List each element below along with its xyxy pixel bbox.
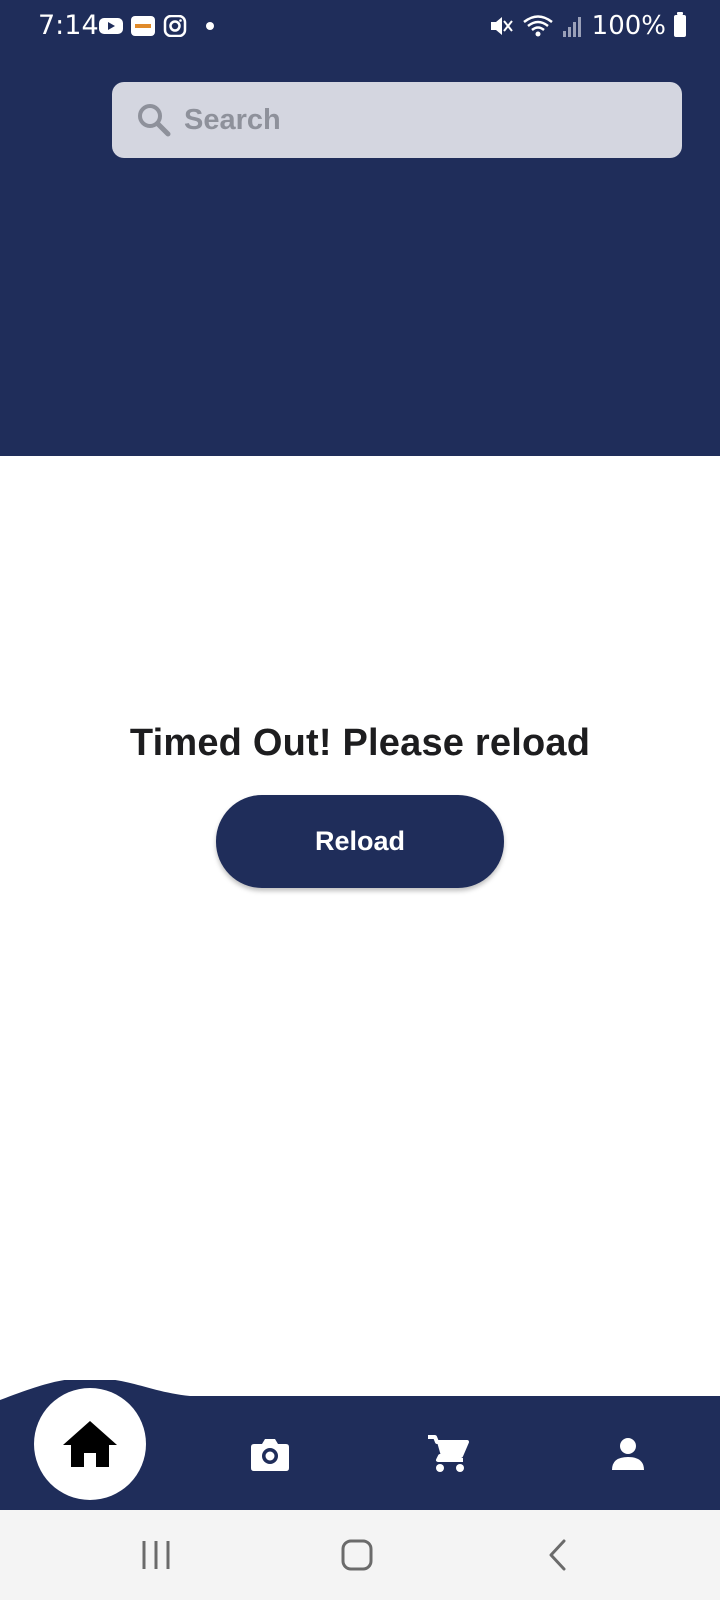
wifi-icon: [522, 15, 553, 37]
app-notification-icon: [131, 16, 155, 36]
search-input[interactable]: Search: [112, 82, 682, 158]
youtube-icon: [99, 18, 123, 34]
cart-icon: [428, 1435, 469, 1472]
reload-button[interactable]: Reload: [216, 795, 504, 888]
more-notifications-dot: [206, 22, 214, 30]
search-icon: [138, 104, 171, 137]
profile-icon: [612, 1438, 644, 1470]
header: 7:14 100% Search: [0, 0, 720, 456]
home-nav-icon[interactable]: [340, 1538, 374, 1572]
signal-icon: [562, 17, 581, 37]
notification-icons: [98, 12, 214, 40]
instagram-icon: [163, 15, 187, 37]
recent-apps-icon[interactable]: [140, 1538, 172, 1572]
nav-cart-button[interactable]: [426, 1432, 470, 1476]
battery-icon: [674, 12, 686, 37]
status-bar: 7:14 100%: [0, 0, 720, 52]
nav-profile-button[interactable]: [606, 1432, 650, 1476]
system-navigation-bar: [0, 1510, 720, 1600]
bottom-nav: [0, 1380, 720, 1510]
home-icon: [63, 1421, 117, 1467]
nav-camera-button[interactable]: [248, 1432, 292, 1476]
battery-percentage: 100%: [591, 11, 666, 41]
camera-icon: [251, 1439, 289, 1471]
status-time: 7:14: [38, 10, 99, 41]
timeout-message: Timed Out! Please reload: [129, 722, 591, 764]
system-status-icons: 100%: [488, 10, 686, 42]
nav-home-button[interactable]: [34, 1388, 146, 1500]
mute-icon: [490, 17, 513, 35]
back-icon[interactable]: [546, 1538, 570, 1572]
search-placeholder: Search: [184, 103, 281, 136]
